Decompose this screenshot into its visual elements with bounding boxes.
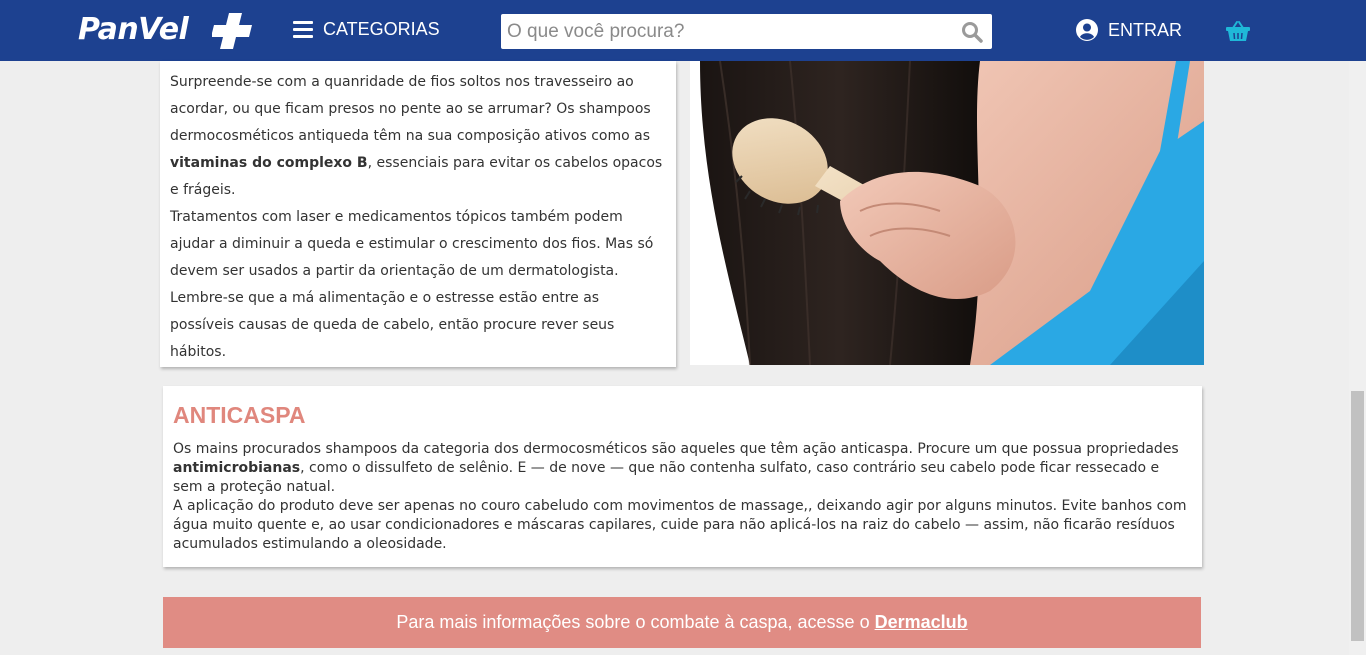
search-box bbox=[501, 14, 992, 49]
categories-label: CATEGORIAS bbox=[323, 19, 440, 39]
login-label: ENTRAR bbox=[1108, 19, 1183, 40]
vitamin-b-bold: vitaminas do complexo B bbox=[170, 155, 368, 171]
page-scrollbar[interactable] bbox=[1349, 61, 1366, 655]
top-header: PanVel CATEGORIAS ENTRAR bbox=[0, 0, 1366, 61]
categories-menu-button[interactable]: CATEGORIAS bbox=[293, 19, 440, 40]
dermaclub-link[interactable]: Dermaclub bbox=[875, 612, 968, 633]
menu-icon bbox=[293, 21, 313, 38]
search-icon bbox=[962, 21, 983, 43]
woman-brushing-hair-image bbox=[690, 61, 1204, 365]
hair-loss-paragraph-1a: Surpreende-se com a quanridade de fios s… bbox=[170, 74, 651, 144]
scrollbar-thumb[interactable] bbox=[1351, 391, 1364, 641]
anticaspa-text: Os mains procurados shampoos da categori… bbox=[173, 440, 1193, 554]
user-icon bbox=[1076, 19, 1098, 41]
search-button[interactable] bbox=[952, 14, 992, 49]
hair-loss-card: Surpreende-se com a quanridade de fios s… bbox=[160, 61, 676, 367]
banner-text: Para mais informações sobre o combate à … bbox=[396, 612, 870, 632]
anticaspa-paragraph-1b: , como o dissulfeto de selênio. E — de n… bbox=[173, 460, 1160, 495]
anticaspa-title: ANTICASPA bbox=[173, 402, 306, 428]
hair-loss-text: Surpreende-se com a quanridade de fios s… bbox=[170, 69, 666, 366]
panvel-cross-icon[interactable] bbox=[212, 11, 258, 51]
anticaspa-paragraph-1a: Os mains procurados shampoos da categori… bbox=[173, 441, 1179, 457]
basket-icon[interactable] bbox=[1226, 20, 1250, 42]
antimicrobianas-bold: antimicrobianas bbox=[173, 460, 301, 476]
search-input[interactable] bbox=[501, 14, 952, 49]
hair-loss-paragraph-2: Tratamentos com laser e medicamentos tóp… bbox=[170, 209, 654, 360]
anticaspa-card: ANTICASPA Os mains procurados shampoos d… bbox=[163, 386, 1202, 567]
panvel-logo[interactable]: PanVel bbox=[78, 12, 189, 47]
anticaspa-paragraph-2: A aplicação do produto deve ser apenas n… bbox=[173, 498, 1187, 552]
login-button[interactable]: ENTRAR bbox=[1076, 19, 1182, 41]
dermaclub-banner: Para mais informações sobre o combate à … bbox=[163, 597, 1201, 648]
